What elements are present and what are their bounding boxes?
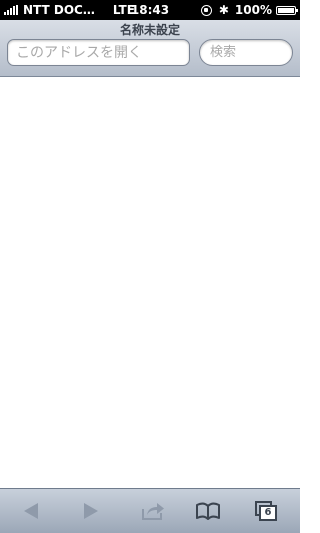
tabs-button[interactable]: 6 (252, 499, 282, 523)
browser-toolbar: 6 (0, 488, 300, 533)
bluetooth-icon: ✱ (218, 3, 229, 17)
bookmarks-book-icon (196, 502, 220, 520)
back-arrow-icon (24, 503, 38, 519)
share-button[interactable] (137, 499, 167, 523)
web-content-area (0, 77, 300, 488)
rotation-lock-icon (200, 4, 212, 16)
bookmarks-button[interactable] (193, 499, 223, 523)
tab-count: 6 (264, 507, 272, 518)
battery-percent: 100% (234, 3, 272, 17)
page-title: 名称未設定 (119, 23, 180, 37)
search-input[interactable]: 検索 (199, 39, 293, 66)
back-button[interactable] (17, 499, 47, 523)
browser-nav-bar: 名称未設定 このアドレスを開く 検索 (0, 20, 300, 77)
share-icon (142, 503, 164, 520)
status-bar: NTT DOC… LTE 18:43 ✱ 100% (0, 0, 300, 20)
battery-icon (276, 5, 298, 15)
address-input[interactable]: このアドレスを開く (7, 39, 190, 66)
forward-arrow-icon (84, 503, 98, 519)
status-right: ✱ 100% (200, 3, 298, 17)
forward-button[interactable] (75, 499, 105, 523)
